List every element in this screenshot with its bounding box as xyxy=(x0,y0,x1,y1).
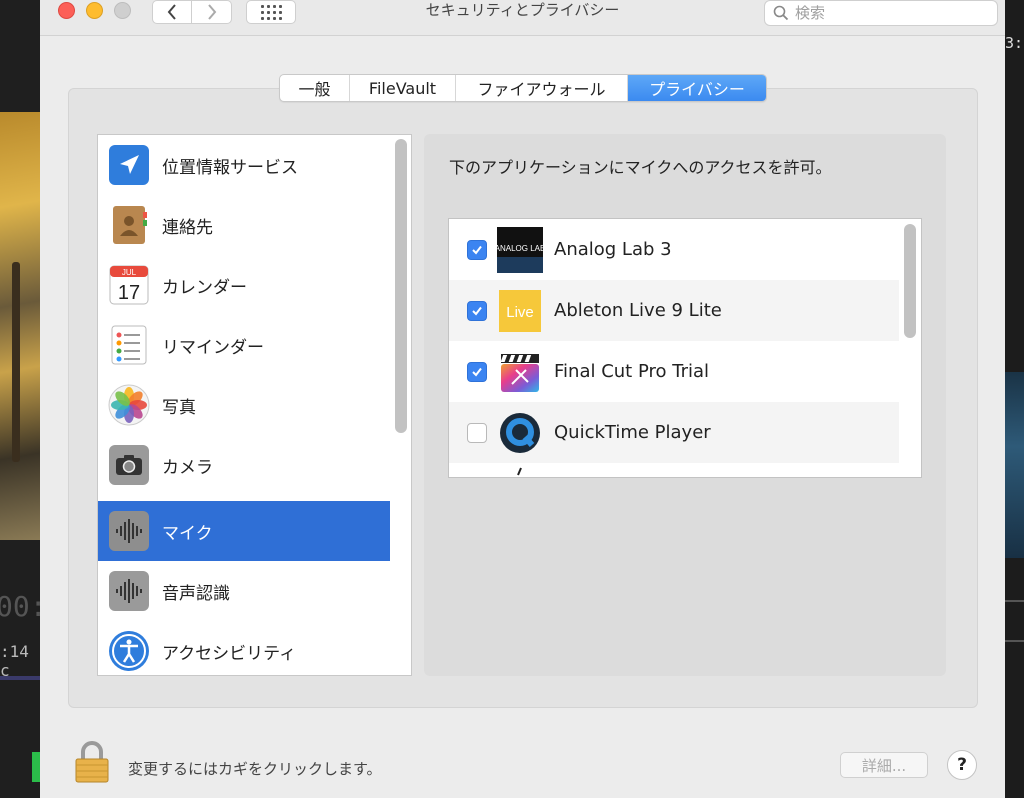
quicktime-icon xyxy=(497,410,543,456)
app-name: Ableton Live 9 Lite xyxy=(554,300,722,321)
location-arrow-icon xyxy=(108,144,150,186)
sidebar-item-label: カメラ xyxy=(162,457,213,478)
photos-icon xyxy=(108,384,150,426)
tab-firewall[interactable]: ファイアウォール xyxy=(456,75,628,101)
advanced-button[interactable]: 詳細... xyxy=(840,752,928,778)
final-cut-pro-icon xyxy=(497,349,543,395)
app-row-partial xyxy=(449,463,899,477)
app-checkbox[interactable] xyxy=(467,300,487,321)
background-right-text: 3: xyxy=(1005,34,1024,52)
help-button[interactable]: ? xyxy=(947,750,977,780)
tab-privacy[interactable]: プライバシー xyxy=(628,75,766,101)
sidebar-item-label: 音声認識 xyxy=(162,583,230,604)
sidebar-item-label: リマインダー xyxy=(162,337,264,358)
reminders-icon xyxy=(108,324,150,366)
analog-lab-icon: ANALOG LAB xyxy=(497,226,543,273)
lock-icon[interactable] xyxy=(74,740,110,784)
app-row-analog-lab[interactable]: ANALOG LAB Analog Lab 3 xyxy=(449,219,899,280)
app-permission-list[interactable]: ANALOG LAB Analog Lab 3 Live Ableton Liv… xyxy=(448,218,922,478)
app-name: Final Cut Pro Trial xyxy=(554,361,710,382)
background-tree xyxy=(12,262,20,462)
sidebar-item-microphone[interactable]: マイク xyxy=(98,501,390,561)
sidebar-item-accessibility[interactable]: アクセシビリティ xyxy=(98,621,390,675)
background-waveform-band xyxy=(1005,372,1024,558)
sidebar-item-label: マイク xyxy=(162,523,213,544)
background-divider xyxy=(1005,600,1024,602)
sidebar-item-label: 位置情報サービス xyxy=(162,157,298,178)
sidebar-item-label: 連絡先 xyxy=(162,217,213,238)
calendar-icon: JUL 17 xyxy=(108,264,150,306)
titlebar: セキュリティとプライバシー xyxy=(40,0,1005,36)
sidebar-item-camera[interactable]: カメラ xyxy=(98,435,390,495)
background-divider xyxy=(1005,640,1024,642)
sidebar-item-photos[interactable]: 写真 xyxy=(98,375,390,435)
sidebar-item-label: 写真 xyxy=(162,397,196,418)
app-checkbox[interactable] xyxy=(467,239,487,260)
background-app-right: 3: xyxy=(1005,0,1024,798)
tab-filevault[interactable]: FileVault xyxy=(350,75,456,101)
microphone-access-heading: 下のアプリケーションにマイクへのアクセスを許可。 xyxy=(449,158,832,177)
search-field[interactable] xyxy=(764,0,998,26)
background-photo xyxy=(0,112,40,540)
calendar-day: 17 xyxy=(118,282,140,304)
tab-general[interactable]: 一般 xyxy=(280,75,350,101)
tab-bar: 一般 FileVault ファイアウォール プライバシー xyxy=(279,74,767,102)
ableton-live-icon: Live xyxy=(497,288,543,334)
security-privacy-window: セキュリティとプライバシー 一般 FileVault ファイアウォール プライバ… xyxy=(40,0,1005,798)
app-row-final-cut-pro[interactable]: Final Cut Pro Trial xyxy=(449,341,899,402)
search-icon xyxy=(773,5,789,21)
privacy-category-list[interactable]: 位置情報サービス 連絡先 JUL 17 カレンダー リマインダー 写真 カメラ … xyxy=(97,134,412,676)
background-timecode: 00:0 xyxy=(0,590,40,623)
background-app-left: 00:0 :14 c xyxy=(0,0,40,798)
background-stripe xyxy=(0,676,40,680)
app-checkbox[interactable] xyxy=(467,422,487,443)
search-input[interactable] xyxy=(795,4,975,22)
app-name: QuickTime Player xyxy=(554,422,711,443)
app-list-scrollbar[interactable] xyxy=(904,224,916,338)
sidebar-item-location-services[interactable]: 位置情報サービス xyxy=(98,135,390,195)
sidebar-item-reminders[interactable]: リマインダー xyxy=(98,315,390,375)
accessibility-icon xyxy=(108,630,150,672)
app-row-ableton-live[interactable]: Live Ableton Live 9 Lite xyxy=(449,280,899,341)
app-checkbox[interactable] xyxy=(467,361,487,382)
calendar-month: JUL xyxy=(122,268,137,277)
analog-lab-icon-text: ANALOG LAB xyxy=(497,244,543,253)
background-green-meter xyxy=(32,752,40,782)
checkmark-icon xyxy=(472,245,482,255)
partial-app-icon xyxy=(517,467,522,476)
sidebar-item-contacts[interactable]: 連絡先 xyxy=(98,195,390,255)
ableton-live-icon-text: Live xyxy=(506,304,534,321)
checkmark-icon xyxy=(472,306,482,316)
sidebar-item-speech-recognition[interactable]: 音声認識 xyxy=(98,561,390,621)
sidebar-scrollbar[interactable] xyxy=(395,139,407,433)
background-small-text: :14 c xyxy=(0,642,29,680)
privacy-detail-pane: 下のアプリケーションにマイクへのアクセスを許可。 ANALOG LAB Anal… xyxy=(424,134,946,676)
microphone-waveform-icon xyxy=(108,510,150,552)
camera-icon xyxy=(108,444,150,486)
sidebar-item-calendar[interactable]: JUL 17 カレンダー xyxy=(98,255,390,315)
app-name: Analog Lab 3 xyxy=(554,239,672,260)
app-row-quicktime[interactable]: QuickTime Player xyxy=(449,402,899,463)
contacts-book-icon xyxy=(108,204,150,246)
sidebar-item-label: カレンダー xyxy=(162,277,247,298)
sidebar-item-label: アクセシビリティ xyxy=(162,643,297,664)
lock-hint-text: 変更するにはカギをクリックします。 xyxy=(128,760,382,778)
speech-recognition-icon xyxy=(108,570,150,612)
checkmark-icon xyxy=(472,367,482,377)
